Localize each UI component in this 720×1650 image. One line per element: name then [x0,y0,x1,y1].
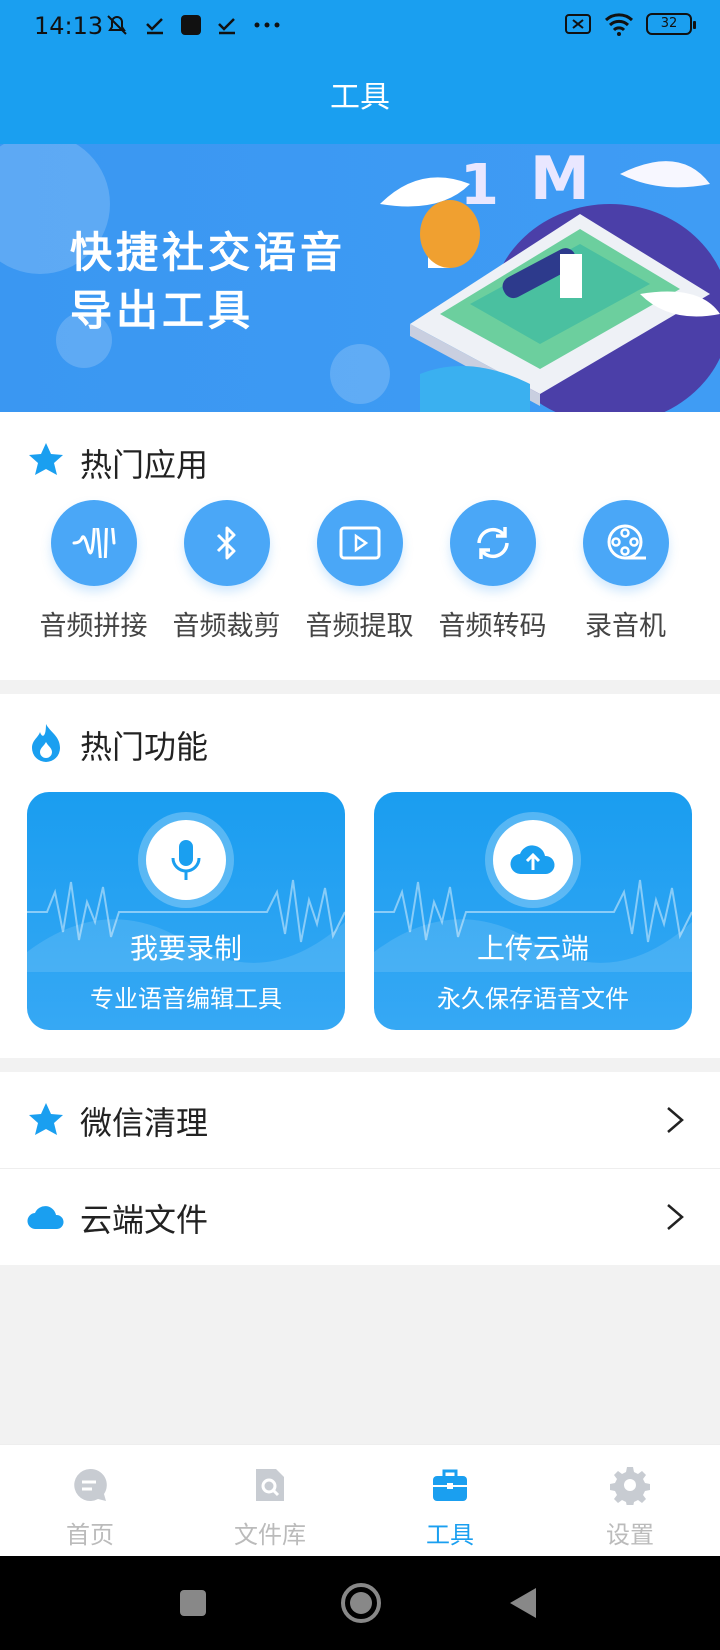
top-app-bar: 14:13 32 工具 [0,0,720,144]
nav-label: 工具 [426,1521,474,1549]
promo-banner[interactable]: 快捷社交语音 导出工具 M 1 [0,144,720,412]
cloud-icon [27,1206,64,1230]
hot-features-title: 热门功能 [80,728,209,766]
app-recorder[interactable]: 录音机 [559,500,692,643]
upload-cloud-card[interactable]: 上传云端 永久保存语音文件 [374,792,692,1030]
film-reel-icon [607,524,646,560]
flame-icon [32,724,60,762]
app-audio-transcode[interactable]: 音频转码 [426,500,559,643]
back-button[interactable] [508,1586,538,1620]
check-download-icon-2 [218,18,235,35]
gear-icon [610,1467,650,1507]
feature-subtitle: 永久保存语音文件 [437,985,629,1013]
video-play-icon [339,526,380,560]
list-item-label: 微信清理 [80,1104,209,1142]
banner-illustration: M 1 [380,144,720,412]
check-download-icon [146,18,163,35]
banner-line-2: 导出工具 [70,286,255,335]
status-bar: 14:13 32 [0,0,720,56]
nav-label: 文件库 [234,1521,306,1549]
record-card[interactable]: 我要录制 专业语音编辑工具 [27,792,345,1030]
list-item-label: 云端文件 [80,1201,209,1239]
chat-icon [74,1468,107,1501]
feature-title: 我要录制 [129,932,242,965]
nav-label: 首页 [66,1521,114,1549]
refresh-icon [476,527,509,559]
page-title: 工具 [330,80,390,115]
chevron-right-icon [667,1107,684,1133]
nav-file-library[interactable]: 文件库 [180,1445,360,1556]
banner-headline: 快捷社交语音 导出工具 [70,224,346,340]
battery-icon: 32 [646,13,696,35]
nav-home[interactable]: 首页 [0,1445,180,1556]
nav-tools[interactable]: 工具 [360,1445,540,1556]
wifi-icon [604,13,634,36]
app-label: 音频裁剪 [172,611,281,642]
nav-label: 设置 [606,1521,654,1549]
more-dots-icon [254,22,280,28]
bluetooth-icon [216,526,235,560]
feature-title: 上传云端 [476,932,589,965]
chevron-right-icon [667,1204,684,1230]
recents-button[interactable] [178,1588,208,1618]
mute-bell-icon [107,15,127,35]
app-square-icon [181,15,201,35]
status-notification-icons [104,12,282,38]
cloud-upload-icon [510,845,555,875]
sim-off-icon [565,14,591,34]
status-system-icons: 32 [564,12,696,36]
hot-apps-title: 热门应用 [80,446,209,484]
app-label: 音频拼接 [39,611,148,642]
nav-settings[interactable]: 设置 [540,1445,720,1556]
app-label: 录音机 [585,611,666,642]
hot-apps-grid: 音频拼接 音频裁剪 音频提取 音频转码 录音机 [27,500,720,643]
microphone-icon [171,840,201,880]
system-navigation-bar [0,1556,720,1650]
home-button[interactable] [340,1582,382,1624]
app-label: 音频提取 [305,611,414,642]
list-item-wechat-clean[interactable]: 微信清理 [0,1072,720,1168]
app-audio-splice[interactable]: 音频拼接 [27,500,160,643]
waveform-icon [72,528,115,558]
file-search-icon [256,1469,284,1501]
app-audio-trim[interactable]: 音频裁剪 [160,500,293,643]
briefcase-icon [433,1469,467,1501]
status-time: 14:13 [34,12,104,40]
app-label: 音频转码 [438,611,547,642]
banner-line-1: 快捷社交语音 [70,228,347,277]
feature-subtitle: 专业语音编辑工具 [90,985,282,1013]
star-icon [29,1103,63,1135]
list-item-cloud-files[interactable]: 云端文件 [0,1169,720,1265]
bottom-navigation: 首页 文件库 工具 设置 [0,1444,720,1556]
star-icon [29,443,63,475]
app-audio-extract[interactable]: 音频提取 [293,500,426,643]
svg-text:M: M [530,144,590,214]
